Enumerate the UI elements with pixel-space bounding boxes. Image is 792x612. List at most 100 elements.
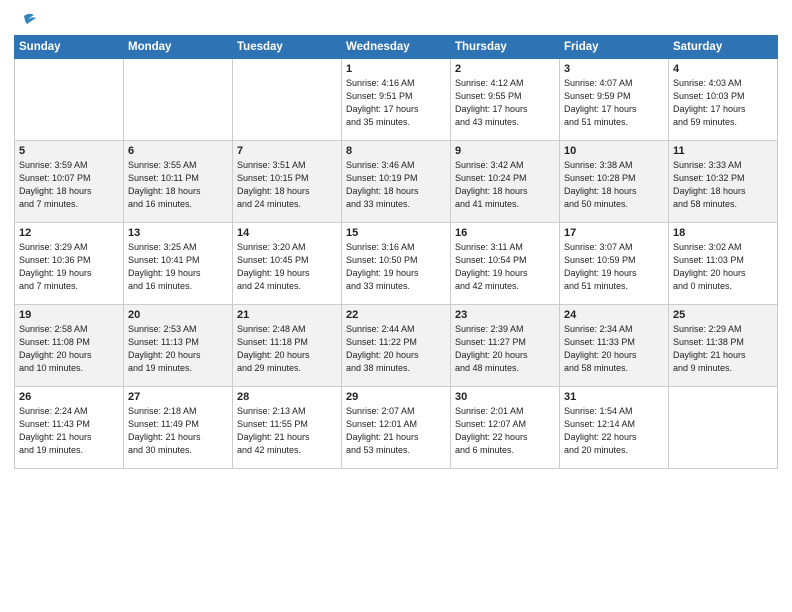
page: SundayMondayTuesdayWednesdayThursdayFrid…: [0, 0, 792, 612]
day-number: 3: [564, 63, 664, 75]
calendar-cell: 4 Sunrise: 4:03 AM Sunset: 10:03 PM Dayli…: [669, 59, 778, 141]
cell-info: Sunrise: 1:54 AM Sunset: 12:14 AM Daylig…: [564, 405, 664, 457]
calendar-cell: 30 Sunrise: 2:01 AM Sunset: 12:07 AM Dayl…: [451, 387, 560, 469]
calendar-cell: 26 Sunrise: 2:24 AM Sunset: 11:43 PM Dayl…: [15, 387, 124, 469]
day-number: 18: [673, 227, 773, 239]
cell-info: Sunrise: 3:55 AM Sunset: 10:11 PM Daylig…: [128, 159, 228, 211]
weekday-header-sunday: Sunday: [15, 36, 124, 59]
cell-info: Sunrise: 2:34 AM Sunset: 11:33 PM Daylig…: [564, 323, 664, 375]
day-number: 31: [564, 391, 664, 403]
cell-info: Sunrise: 2:13 AM Sunset: 11:55 PM Daylig…: [237, 405, 337, 457]
day-number: 29: [346, 391, 446, 403]
calendar-week-row: 26 Sunrise: 2:24 AM Sunset: 11:43 PM Dayl…: [15, 387, 778, 469]
cell-info: Sunrise: 3:59 AM Sunset: 10:07 PM Daylig…: [19, 159, 119, 211]
calendar-cell: 9Sunrise: 3:42 AM Sunset: 10:24 PM Dayli…: [451, 141, 560, 223]
day-number: 12: [19, 227, 119, 239]
calendar-cell: 28 Sunrise: 2:13 AM Sunset: 11:55 PM Dayl…: [233, 387, 342, 469]
weekday-header-friday: Friday: [560, 36, 669, 59]
header: [14, 10, 778, 29]
cell-info: Sunrise: 3:33 AM Sunset: 10:32 PM Daylig…: [673, 159, 773, 211]
cell-info: Sunrise: 2:01 AM Sunset: 12:07 AM Daylig…: [455, 405, 555, 457]
weekday-header-wednesday: Wednesday: [342, 36, 451, 59]
cell-info: Sunrise: 3:29 AM Sunset: 10:36 PM Daylig…: [19, 241, 119, 293]
cell-info: Sunrise: 3:07 AM Sunset: 10:59 PM Daylig…: [564, 241, 664, 293]
cell-info: Sunrise: 2:24 AM Sunset: 11:43 PM Daylig…: [19, 405, 119, 457]
calendar-cell: 16 Sunrise: 3:11 AM Sunset: 10:54 PM Dayl…: [451, 223, 560, 305]
calendar-cell: 27 Sunrise: 2:18 AM Sunset: 11:49 PM Dayl…: [124, 387, 233, 469]
day-number: 25: [673, 309, 773, 321]
cell-info: Sunrise: 2:29 AM Sunset: 11:38 PM Daylig…: [673, 323, 773, 375]
day-number: 27: [128, 391, 228, 403]
calendar-cell: 5 Sunrise: 3:59 AM Sunset: 10:07 PM Dayli…: [15, 141, 124, 223]
calendar-cell: [233, 59, 342, 141]
day-number: 8: [346, 145, 446, 157]
calendar-cell: 31 Sunrise: 1:54 AM Sunset: 12:14 AM Dayl…: [560, 387, 669, 469]
logo: [14, 10, 38, 29]
calendar-week-row: 1Sunrise: 4:16 AM Sunset: 9:51 PM Daylig…: [15, 59, 778, 141]
calendar-cell: 2 Sunrise: 4:12 AM Sunset: 9:55 PM Daylig…: [451, 59, 560, 141]
calendar-week-row: 19 Sunrise: 2:58 AM Sunset: 11:08 PM Dayl…: [15, 305, 778, 387]
cell-info: Sunrise: 3:51 AM Sunset: 10:15 PM Daylig…: [237, 159, 337, 211]
cell-info: Sunrise: 4:03 AM Sunset: 10:03 PM Daylig…: [673, 77, 773, 129]
cell-info: Sunrise: 4:07 AM Sunset: 9:59 PM Dayligh…: [564, 77, 664, 129]
calendar-week-row: 5 Sunrise: 3:59 AM Sunset: 10:07 PM Dayli…: [15, 141, 778, 223]
day-number: 15: [346, 227, 446, 239]
day-number: 4: [673, 63, 773, 75]
calendar-cell: 23Sunrise: 2:39 AM Sunset: 11:27 PM Dayl…: [451, 305, 560, 387]
calendar-cell: 6 Sunrise: 3:55 AM Sunset: 10:11 PM Dayli…: [124, 141, 233, 223]
day-number: 16: [455, 227, 555, 239]
weekday-header-row: SundayMondayTuesdayWednesdayThursdayFrid…: [15, 36, 778, 59]
day-number: 28: [237, 391, 337, 403]
calendar-header: SundayMondayTuesdayWednesdayThursdayFrid…: [15, 36, 778, 59]
day-number: 11: [673, 145, 773, 157]
day-number: 1: [346, 63, 446, 75]
calendar-table: SundayMondayTuesdayWednesdayThursdayFrid…: [14, 35, 778, 469]
day-number: 6: [128, 145, 228, 157]
calendar-cell: 3 Sunrise: 4:07 AM Sunset: 9:59 PM Daylig…: [560, 59, 669, 141]
calendar-cell: [124, 59, 233, 141]
calendar-cell: [15, 59, 124, 141]
day-number: 30: [455, 391, 555, 403]
cell-info: Sunrise: 2:48 AM Sunset: 11:18 PM Daylig…: [237, 323, 337, 375]
calendar-cell: 14Sunrise: 3:20 AM Sunset: 10:45 PM Dayl…: [233, 223, 342, 305]
day-number: 26: [19, 391, 119, 403]
day-number: 19: [19, 309, 119, 321]
calendar-cell: 20Sunrise: 2:53 AM Sunset: 11:13 PM Dayl…: [124, 305, 233, 387]
cell-info: Sunrise: 3:11 AM Sunset: 10:54 PM Daylig…: [455, 241, 555, 293]
day-number: 10: [564, 145, 664, 157]
day-number: 24: [564, 309, 664, 321]
cell-info: Sunrise: 3:02 AM Sunset: 11:03 PM Daylig…: [673, 241, 773, 293]
calendar-cell: 17Sunrise: 3:07 AM Sunset: 10:59 PM Dayl…: [560, 223, 669, 305]
calendar-body: 1Sunrise: 4:16 AM Sunset: 9:51 PM Daylig…: [15, 59, 778, 469]
cell-info: Sunrise: 2:44 AM Sunset: 11:22 PM Daylig…: [346, 323, 446, 375]
day-number: 23: [455, 309, 555, 321]
calendar-cell: 10Sunrise: 3:38 AM Sunset: 10:28 PM Dayl…: [560, 141, 669, 223]
weekday-header-thursday: Thursday: [451, 36, 560, 59]
calendar-cell: 15Sunrise: 3:16 AM Sunset: 10:50 PM Dayl…: [342, 223, 451, 305]
weekday-header-monday: Monday: [124, 36, 233, 59]
day-number: 7: [237, 145, 337, 157]
calendar-cell: 1Sunrise: 4:16 AM Sunset: 9:51 PM Daylig…: [342, 59, 451, 141]
day-number: 20: [128, 309, 228, 321]
calendar-cell: 25 Sunrise: 2:29 AM Sunset: 11:38 PM Dayl…: [669, 305, 778, 387]
weekday-header-saturday: Saturday: [669, 36, 778, 59]
cell-info: Sunrise: 3:20 AM Sunset: 10:45 PM Daylig…: [237, 241, 337, 293]
calendar-cell: 12 Sunrise: 3:29 AM Sunset: 10:36 PM Dayl…: [15, 223, 124, 305]
calendar-cell: 8Sunrise: 3:46 AM Sunset: 10:19 PM Dayli…: [342, 141, 451, 223]
calendar-cell: 18 Sunrise: 3:02 AM Sunset: 11:03 PM Dayl…: [669, 223, 778, 305]
logo-bird-icon: [16, 10, 38, 32]
day-number: 22: [346, 309, 446, 321]
calendar-cell: 13Sunrise: 3:25 AM Sunset: 10:41 PM Dayl…: [124, 223, 233, 305]
cell-info: Sunrise: 2:58 AM Sunset: 11:08 PM Daylig…: [19, 323, 119, 375]
day-number: 2: [455, 63, 555, 75]
calendar-cell: [669, 387, 778, 469]
day-number: 5: [19, 145, 119, 157]
cell-info: Sunrise: 2:18 AM Sunset: 11:49 PM Daylig…: [128, 405, 228, 457]
calendar-cell: 21Sunrise: 2:48 AM Sunset: 11:18 PM Dayl…: [233, 305, 342, 387]
cell-info: Sunrise: 4:12 AM Sunset: 9:55 PM Dayligh…: [455, 77, 555, 129]
weekday-header-tuesday: Tuesday: [233, 36, 342, 59]
calendar-week-row: 12 Sunrise: 3:29 AM Sunset: 10:36 PM Dayl…: [15, 223, 778, 305]
calendar-cell: 11 Sunrise: 3:33 AM Sunset: 10:32 PM Dayl…: [669, 141, 778, 223]
day-number: 9: [455, 145, 555, 157]
calendar-cell: 24 Sunrise: 2:34 AM Sunset: 11:33 PM Dayl…: [560, 305, 669, 387]
